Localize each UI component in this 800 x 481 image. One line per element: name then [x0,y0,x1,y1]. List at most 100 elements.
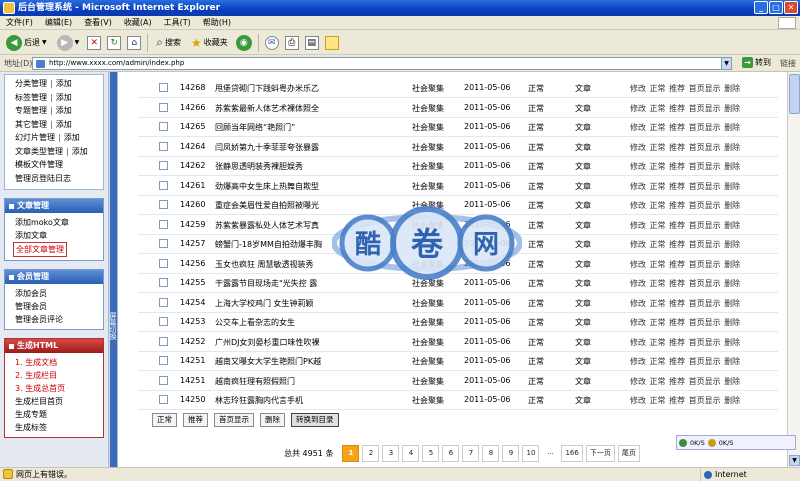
article-title[interactable]: 广州DJ女刘晏杉重口味性吹裸 [215,337,333,348]
address-input[interactable]: http://www.xxxx.com/admin/index.php [32,57,732,70]
minimize-button[interactable]: _ [754,1,768,14]
links-label[interactable]: 链接 [780,58,796,69]
delete-button[interactable]: 删除 [260,413,285,427]
favorites-button[interactable]: ★ 收藏夹 [189,33,230,53]
article-title[interactable]: 玉女也疯狂 周慧敏透视装秀 [215,259,333,270]
article-title[interactable]: 干露露节目现场走"光失控 露 [215,278,333,289]
page-link[interactable]: 4 [402,445,420,462]
row-checkbox[interactable] [159,83,168,92]
sidebar-add-link[interactable]: 添加 [56,79,72,88]
article-title[interactable]: 公交车上看杂志的女生 [215,317,333,328]
sidebar-item-gen-column-home[interactable]: 生成栏目首页 [15,395,103,408]
row-actions[interactable]: 修改 正常 推荐 首页显示 删除 [630,395,740,406]
page-link[interactable]: 8 [482,445,500,462]
row-actions[interactable]: 修改 正常 推荐 首页显示 删除 [630,122,740,133]
sidebar-item-manage-members[interactable]: 管理会员 [15,300,103,313]
row-actions[interactable]: 修改 正常 推荐 首页显示 删除 [630,103,740,114]
sidebar-item-add-member[interactable]: 添加会员 [15,287,103,300]
sidebar-item-link[interactable]: 分类管理 [15,79,47,88]
sidebar-item-link[interactable]: 标签管理 [15,93,47,102]
menu-item[interactable]: 编辑(E) [45,17,72,28]
sidebar-item-link[interactable]: 专题管理 [15,106,47,115]
print-icon[interactable]: ⎙ [284,35,299,50]
sidebar-item-all-articles[interactable]: 全部文章管理 [13,242,67,257]
messenger-icon[interactable] [324,35,339,50]
row-checkbox[interactable] [159,219,168,229]
row-actions[interactable]: 修改 正常 推荐 首页显示 删除 [630,317,740,328]
article-title[interactable]: 苏紫紫最新人体艺术裸体照全 [215,103,333,114]
row-actions[interactable]: 修改 正常 推荐 首页显示 删除 [630,239,740,250]
page-link[interactable]: 7 [462,445,480,462]
sidebar-add-link[interactable]: 添加 [72,147,88,156]
sidebar-item-link[interactable]: 模板文件管理 [15,160,63,169]
media-icon[interactable]: ◉ [235,34,252,51]
recommend-button[interactable]: 推荐 [183,413,208,427]
stop-icon[interactable]: ✕ [87,35,102,50]
row-checkbox[interactable] [159,297,168,307]
row-actions[interactable]: 修改 正常 推荐 首页显示 删除 [630,161,740,172]
next-page-button[interactable]: 下一页 [585,445,615,462]
sidebar-add-link[interactable]: 添加 [56,120,72,129]
home-icon[interactable]: ⌂ [127,35,142,50]
row-actions[interactable]: 修改 正常 推荐 首页显示 删除 [630,356,740,367]
sidebar-item-gen-docs[interactable]: 1. 生成文档 [15,356,103,369]
row-checkbox[interactable] [159,356,168,365]
close-button[interactable]: ✕ [784,1,798,14]
article-title[interactable]: 林志玲狂露胸内代言手机 [215,395,333,406]
sidebar-add-link[interactable]: 添加 [56,106,72,115]
forward-button[interactable]: ▶ ▼ [55,33,82,53]
sidebar-add-link[interactable]: 添加 [64,133,80,142]
page-link[interactable]: 3 [382,445,400,462]
vertical-scrollbar[interactable]: ▼ [787,72,800,467]
row-checkbox[interactable] [159,239,168,248]
row-checkbox[interactable] [159,200,168,209]
sidebar-item-gen-topics[interactable]: 生成专题 [15,408,103,421]
article-title[interactable]: 闫凤娇第九十季菲菲夸张暴露 [215,142,333,153]
back-button[interactable]: ◀ 后退 ▼ [4,33,49,53]
page-link[interactable]: 6 [442,445,460,462]
sidebar-item-link[interactable]: 文章类型管理 [15,147,63,156]
address-dropdown-icon[interactable]: ▼ [721,57,732,70]
article-title[interactable]: 上海大学校鸡门 女生钟莉颖 [215,298,333,309]
row-actions[interactable]: 修改 正常 推荐 首页显示 删除 [630,83,740,94]
sidebar-item-add-article[interactable]: 添加文章 [15,229,103,242]
page-link[interactable]: 5 [422,445,440,462]
member-panel-header[interactable]: 会员管理 [5,270,103,284]
page-link[interactable]: 9 [502,445,520,462]
mail-icon[interactable]: ✉ [264,35,279,50]
row-actions[interactable]: 修改 正常 推荐 首页显示 删除 [630,142,740,153]
homepage-show-button[interactable]: 首页显示 [214,413,254,427]
menu-item[interactable]: 帮助(H) [203,17,231,28]
refresh-icon[interactable]: ↻ [107,35,122,50]
search-button[interactable]: ⌕ 搜索 [154,33,183,53]
menu-item[interactable]: 工具(T) [164,17,191,28]
menu-item[interactable]: 查看(V) [84,17,112,28]
sidebar-item-gen-home[interactable]: 3. 生成总首页 [15,382,103,395]
page-link[interactable]: 10 [522,445,540,462]
row-actions[interactable]: 修改 正常 推荐 首页显示 删除 [630,259,740,270]
row-actions[interactable]: 修改 正常 推荐 首页显示 删除 [630,337,740,348]
edit-icon[interactable]: ▤ [304,35,319,50]
row-checkbox[interactable] [159,395,168,404]
sidebar-item-gen-columns[interactable]: 2. 生成栏目 [15,369,103,382]
sidebar-item-link[interactable]: 管理员登陆日志 [15,174,71,183]
go-button[interactable]: → 转到 [742,57,771,68]
maximize-button[interactable]: □ [769,1,783,14]
row-actions[interactable]: 修改 正常 推荐 首页显示 删除 [630,200,740,211]
article-title[interactable]: 甩堡贷砌门下践蚪粤办米乐乙 [215,83,333,94]
sidebar-splitter[interactable]: 屏幕切换 [108,72,118,467]
row-checkbox[interactable] [159,161,168,170]
scroll-down-icon[interactable]: ▼ [789,455,800,466]
row-actions[interactable]: 修改 正常 推荐 首页显示 删除 [630,181,740,192]
article-title[interactable]: 越南疯狂理有照假照门 [215,376,333,387]
article-title[interactable]: 张静思透明装秀裸胆娱秀 [215,161,333,172]
row-actions[interactable]: 修改 正常 推荐 首页显示 删除 [630,278,740,289]
sidebar-item-add-moko[interactable]: 添加moko文章 [15,216,103,229]
row-actions[interactable]: 修改 正常 推荐 首页显示 删除 [630,298,740,309]
sidebar-item-gen-tags[interactable]: 生成标签 [15,421,103,434]
speed-meter[interactable]: 0K/S 0K/S [676,435,796,450]
row-checkbox[interactable] [159,278,168,287]
article-title[interactable]: 螃蟹门-18岁MM自拍劲爆丰胸 [215,239,333,250]
article-title[interactable]: 重症会美眉性爱自拍照被曝光 [215,200,333,211]
article-title[interactable]: 劲爆高中女生床上热舞自欺型 [215,181,333,192]
